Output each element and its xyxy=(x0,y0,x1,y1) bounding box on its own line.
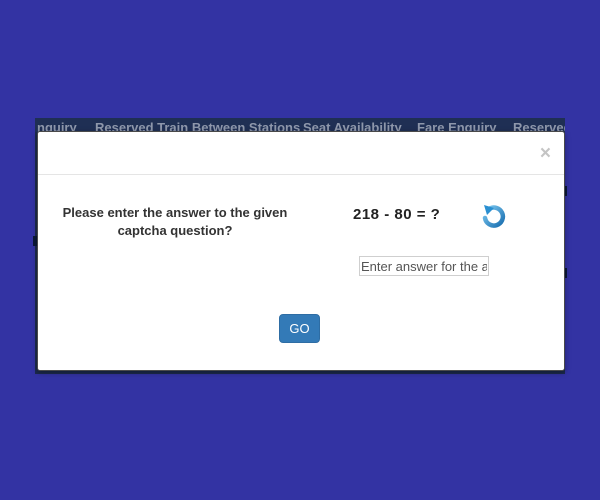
refresh-icon[interactable] xyxy=(479,202,507,230)
captcha-expression: 218 - 80 = ? xyxy=(353,206,441,223)
go-button[interactable]: GO xyxy=(279,314,320,343)
modal-header: × xyxy=(38,132,564,175)
captcha-question-label: Please enter the answer to the given cap… xyxy=(62,205,288,238)
captcha-modal: × Please enter the answer to the given c… xyxy=(37,131,565,371)
captcha-answer-input[interactable] xyxy=(359,256,489,276)
background-nav: nquiry Reserved Train Between Stations S… xyxy=(35,118,565,132)
close-button[interactable]: × xyxy=(540,144,551,163)
